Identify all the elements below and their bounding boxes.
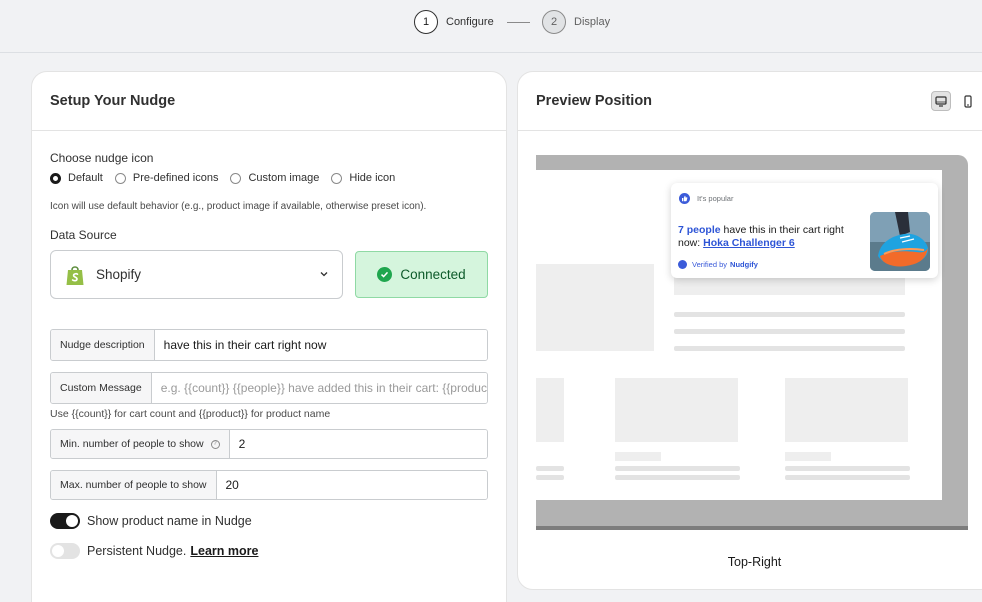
placeholder-line <box>536 475 564 480</box>
data-source-value: Shopify <box>96 267 142 282</box>
desktop-view-button[interactable] <box>931 91 951 111</box>
connected-badge: Connected <box>355 251 488 298</box>
nudge-description-label: Nudge description <box>51 330 155 360</box>
step-number: 1 <box>414 10 438 34</box>
preview-monitor: It's popular 7 people have this in their… <box>536 155 968 530</box>
step-display[interactable]: 2 Display <box>542 10 610 34</box>
show-product-name-toggle[interactable] <box>50 513 80 529</box>
position-label: Top-Right <box>727 555 782 569</box>
step-configure[interactable]: 1 Configure <box>414 10 494 34</box>
setup-card: Setup Your Nudge Choose nudge icon Defau… <box>31 71 507 602</box>
nudge-tag: It's popular <box>697 194 734 203</box>
radio-predefined-icons[interactable]: Pre-defined icons <box>114 172 219 184</box>
connected-status: Connected <box>400 267 466 282</box>
verified-badge: Verified by Nudgify <box>678 260 758 269</box>
radio-default[interactable]: Default <box>50 172 103 184</box>
mobile-view-button[interactable] <box>958 91 978 111</box>
setup-card-header: Setup Your Nudge <box>32 72 506 131</box>
verified-check-icon <box>678 260 687 269</box>
thumbs-up-icon <box>679 193 690 204</box>
nudge-description-field: Nudge description <box>50 329 488 361</box>
learn-more-link[interactable]: Learn more <box>190 544 258 558</box>
icon-choice-hint: Icon will use default behavior (e.g., pr… <box>50 201 427 212</box>
placeholder-block <box>536 378 564 442</box>
desktop-icon <box>935 95 947 107</box>
placeholder-line <box>785 475 910 480</box>
placeholder-line <box>674 329 905 334</box>
placeholder-line <box>615 466 740 471</box>
persistent-nudge-label: Persistent Nudge. <box>87 544 187 558</box>
custom-message-hint: Use {{count}} for cart count and {{produ… <box>50 408 331 420</box>
step-connector <box>507 22 530 23</box>
placeholder-block <box>615 378 738 442</box>
min-people-input[interactable] <box>229 430 487 458</box>
max-people-label: Max. number of people to show <box>51 471 217 499</box>
placeholder-block <box>536 264 654 351</box>
shopify-icon <box>66 265 84 285</box>
icon-choice-group: Default Pre-defined icons Custom image H… <box>50 172 488 184</box>
data-source-select[interactable]: Shopify <box>50 250 343 299</box>
radio-label: Pre-defined icons <box>132 172 219 184</box>
show-product-name-row: Show product name in Nudge <box>50 513 488 529</box>
step-label: Configure <box>446 16 494 28</box>
nudge-count: 7 people <box>678 224 721 236</box>
persistent-nudge-row: Persistent Nudge. Learn more <box>50 543 488 559</box>
nudge-description-input[interactable] <box>154 330 487 360</box>
info-icon[interactable]: ? <box>210 439 220 449</box>
min-people-field: Min. number of people to show ? <box>50 429 488 459</box>
check-circle-icon <box>377 267 393 282</box>
preview-screen: It's popular 7 people have this in their… <box>536 170 942 500</box>
setup-title: Setup Your Nudge <box>50 93 176 109</box>
show-product-name-label: Show product name in Nudge <box>87 514 252 528</box>
radio-indicator[interactable] <box>230 172 242 184</box>
stepper: 1 Configure 2 Display <box>0 0 982 53</box>
radio-indicator[interactable] <box>331 172 343 184</box>
nudge-message: 7 people have this in their cart right n… <box>678 224 863 250</box>
nudge-preview: It's popular 7 people have this in their… <box>671 183 938 278</box>
radio-label: Default <box>68 172 103 184</box>
radio-label: Hide icon <box>349 172 396 184</box>
nudge-product-link[interactable]: Hoka Challenger 6 <box>703 237 795 249</box>
placeholder-line <box>785 466 910 471</box>
step-label: Display <box>574 16 611 28</box>
placeholder-line <box>536 466 564 471</box>
data-source-label: Data Source <box>50 228 117 242</box>
device-toggle <box>924 91 978 111</box>
monitor-bezel <box>536 526 968 530</box>
chevron-down-icon <box>320 272 328 277</box>
placeholder-line <box>674 312 905 317</box>
placeholder-line <box>615 475 740 480</box>
radio-label: Custom image <box>248 172 320 184</box>
preview-card-header: Preview Position <box>518 72 982 131</box>
verified-prefix: Verified by <box>692 260 728 269</box>
min-people-label: Min. number of people to show ? <box>51 430 230 458</box>
step-number: 2 <box>542 10 566 34</box>
preview-card: Preview Position It's popular 7 people h… <box>517 71 982 590</box>
preview-title: Preview Position <box>536 93 653 109</box>
product-image <box>870 212 930 271</box>
radio-custom-image[interactable]: Custom image <box>230 172 319 184</box>
mobile-icon <box>964 94 972 108</box>
placeholder-block <box>615 452 661 461</box>
placeholder-block <box>785 378 908 442</box>
persistent-nudge-toggle[interactable] <box>50 543 80 559</box>
max-people-field: Max. number of people to show <box>50 470 488 500</box>
custom-message-input[interactable] <box>151 373 487 403</box>
radio-hide-icon[interactable]: Hide icon <box>331 172 395 184</box>
icon-choice-label: Choose nudge icon <box>50 151 154 165</box>
radio-indicator[interactable] <box>114 172 126 184</box>
custom-message-field: Custom Message <box>50 372 488 404</box>
verified-brand: Nudgify <box>730 260 758 269</box>
max-people-input[interactable] <box>216 471 487 499</box>
placeholder-block <box>785 452 831 461</box>
radio-indicator[interactable] <box>50 172 61 184</box>
custom-message-label: Custom Message <box>51 373 152 403</box>
placeholder-line <box>674 346 905 351</box>
min-people-label-text: Min. number of people to show <box>60 438 204 450</box>
